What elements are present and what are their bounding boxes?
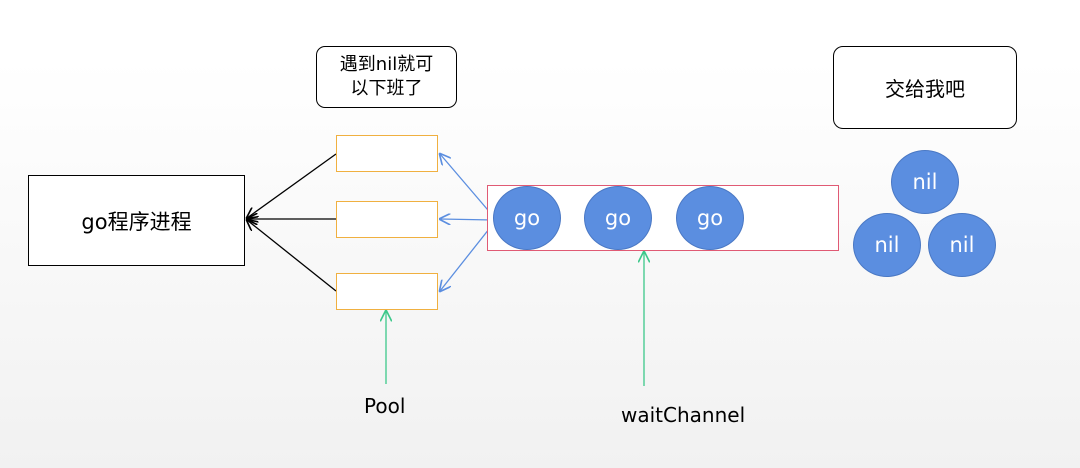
- bubble-line-1: 遇到nil就可: [339, 54, 434, 75]
- bubble-line-2: 以下班了: [350, 78, 423, 99]
- nil-circle: nil: [928, 213, 996, 277]
- give-to-me-box: 交给我吧: [833, 46, 1017, 129]
- pool-slot: [336, 201, 438, 238]
- arrow-slot3-to-process: [247, 220, 337, 292]
- nil-circle: nil: [853, 213, 921, 277]
- arrow-slot1-to-process: [247, 153, 337, 218]
- process-label: go程序进程: [81, 209, 192, 234]
- nil-label: nil: [912, 170, 938, 194]
- wait-channel-label: waitChannel: [621, 403, 746, 427]
- go-label: go: [604, 206, 632, 230]
- go-routine-circle: go: [584, 186, 652, 250]
- process-box: go程序进程: [28, 175, 245, 266]
- nil-label: nil: [949, 233, 975, 257]
- arrow-channel-to-slot1: [440, 154, 494, 217]
- speech-bubble: 遇到nil就可 以下班了: [316, 46, 457, 108]
- arrow-channel-to-slot2: [440, 219, 494, 220]
- go-label: go: [696, 206, 724, 230]
- go-label: go: [513, 206, 541, 230]
- nil-circle: nil: [891, 150, 959, 214]
- pool-slot: [336, 273, 438, 310]
- pool-label: Pool: [364, 394, 406, 418]
- give-box-label: 交给我吧: [885, 77, 965, 101]
- nil-label: nil: [874, 233, 900, 257]
- arrow-channel-to-slot3: [440, 223, 494, 291]
- diagram-canvas: go程序进程 遇到nil就可 以下班了 交给我吧 go go go nil ni…: [0, 0, 1080, 468]
- go-routine-circle: go: [676, 186, 744, 250]
- go-routine-circle: go: [493, 186, 561, 250]
- pool-slot: [336, 135, 438, 172]
